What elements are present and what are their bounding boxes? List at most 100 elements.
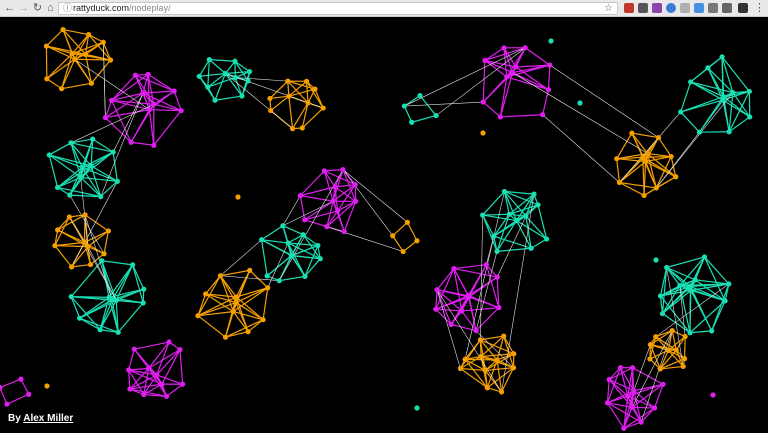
network-node[interactable] bbox=[280, 223, 286, 229]
menu-icon[interactable]: ⋮ bbox=[753, 2, 766, 15]
network-node[interactable] bbox=[178, 108, 184, 114]
network-node[interactable] bbox=[483, 262, 489, 268]
network-node[interactable] bbox=[141, 286, 147, 292]
network-node[interactable] bbox=[501, 188, 508, 195]
network-node[interactable] bbox=[647, 356, 653, 362]
extension-icon-4[interactable] bbox=[666, 3, 676, 13]
network-node[interactable] bbox=[655, 134, 662, 141]
network-node[interactable] bbox=[163, 393, 170, 399]
network-node[interactable] bbox=[434, 287, 440, 293]
network-node[interactable] bbox=[673, 174, 679, 180]
network-node[interactable] bbox=[509, 70, 516, 76]
network-node[interactable] bbox=[52, 243, 58, 249]
network-node[interactable] bbox=[81, 239, 88, 246]
network-node[interactable] bbox=[681, 356, 688, 362]
network-node[interactable] bbox=[46, 152, 52, 158]
network-node[interactable] bbox=[497, 114, 504, 120]
network-node[interactable] bbox=[433, 306, 439, 312]
network-node[interactable] bbox=[141, 391, 147, 398]
network-node[interactable] bbox=[510, 365, 517, 371]
network-node[interactable] bbox=[151, 101, 157, 107]
network-node[interactable] bbox=[55, 227, 61, 233]
network-node[interactable] bbox=[482, 57, 488, 64]
network-node[interactable] bbox=[701, 254, 708, 260]
network-node[interactable] bbox=[653, 185, 659, 191]
network-node[interactable] bbox=[535, 202, 541, 208]
network-node[interactable] bbox=[245, 329, 251, 335]
extension-icon-8[interactable] bbox=[722, 3, 732, 13]
network-node[interactable] bbox=[616, 179, 623, 186]
network-node[interactable] bbox=[746, 88, 752, 95]
network-node[interactable] bbox=[540, 112, 546, 118]
network-node[interactable] bbox=[82, 51, 89, 57]
network-node[interactable] bbox=[478, 353, 484, 360]
network-node[interactable] bbox=[352, 181, 358, 188]
network-node[interactable] bbox=[321, 168, 328, 174]
network-node[interactable] bbox=[285, 240, 291, 246]
network-node[interactable] bbox=[621, 425, 627, 431]
network-node[interactable] bbox=[494, 357, 500, 363]
extension-icon-9[interactable] bbox=[738, 3, 748, 13]
network-node[interactable] bbox=[100, 39, 106, 45]
network-node[interactable] bbox=[44, 383, 50, 389]
network-node[interactable] bbox=[302, 217, 308, 223]
network-node[interactable] bbox=[286, 93, 292, 99]
network-node[interactable] bbox=[171, 88, 177, 94]
network-node[interactable] bbox=[506, 211, 512, 217]
network-node[interactable] bbox=[145, 71, 151, 77]
network-node[interactable] bbox=[747, 114, 753, 120]
network-node[interactable] bbox=[132, 72, 139, 78]
network-node[interactable] bbox=[140, 300, 146, 306]
network-node[interactable] bbox=[102, 115, 108, 121]
network-node[interactable] bbox=[97, 327, 103, 333]
network-node[interactable] bbox=[606, 376, 612, 383]
network-node[interactable] bbox=[719, 54, 725, 60]
network-node[interactable] bbox=[68, 294, 74, 300]
network-node[interactable] bbox=[222, 70, 229, 77]
network-node[interactable] bbox=[687, 330, 693, 336]
extension-icon-1[interactable] bbox=[624, 3, 634, 13]
extension-icon-7[interactable] bbox=[708, 3, 718, 13]
network-node[interactable] bbox=[625, 393, 631, 399]
network-node[interactable] bbox=[107, 57, 114, 63]
network-node[interactable] bbox=[659, 310, 666, 317]
network-node[interactable] bbox=[680, 363, 686, 370]
network-node[interactable] bbox=[265, 285, 271, 291]
network-node[interactable] bbox=[604, 400, 611, 406]
network-node[interactable] bbox=[482, 367, 488, 374]
network-node[interactable] bbox=[18, 376, 24, 382]
extension-icon-3[interactable] bbox=[652, 3, 662, 13]
network-node[interactable] bbox=[222, 334, 229, 340]
network-node[interactable] bbox=[312, 86, 318, 92]
network-node[interactable] bbox=[67, 192, 73, 198]
network-node[interactable] bbox=[480, 130, 486, 136]
extension-icon-6[interactable] bbox=[694, 3, 704, 13]
network-node[interactable] bbox=[289, 126, 296, 132]
network-node[interactable] bbox=[128, 139, 134, 145]
network-node[interactable] bbox=[404, 219, 411, 225]
network-node[interactable] bbox=[233, 299, 239, 306]
network-node[interactable] bbox=[131, 346, 137, 352]
network-node[interactable] bbox=[457, 365, 464, 372]
network-node[interactable] bbox=[513, 217, 520, 224]
network-node[interactable] bbox=[480, 99, 486, 105]
network-node[interactable] bbox=[302, 273, 308, 279]
network-node[interactable] bbox=[140, 90, 146, 96]
network-node[interactable] bbox=[60, 26, 66, 33]
node-canvas[interactable] bbox=[0, 17, 768, 433]
network-node[interactable] bbox=[58, 86, 65, 92]
network-node[interactable] bbox=[726, 281, 732, 287]
network-node[interactable] bbox=[285, 78, 291, 84]
network-node[interactable] bbox=[513, 64, 519, 70]
network-node[interactable] bbox=[414, 238, 420, 244]
network-node[interactable] bbox=[72, 56, 78, 62]
network-node[interactable] bbox=[145, 365, 152, 371]
network-node[interactable] bbox=[501, 333, 507, 339]
network-node[interactable] bbox=[54, 184, 61, 191]
network-node[interactable] bbox=[203, 291, 209, 297]
network-node[interactable] bbox=[668, 153, 674, 160]
network-node[interactable] bbox=[653, 334, 659, 340]
network-node[interactable] bbox=[390, 233, 396, 239]
author-link[interactable]: Alex Miller bbox=[23, 413, 73, 424]
network-node[interactable] bbox=[682, 333, 688, 340]
